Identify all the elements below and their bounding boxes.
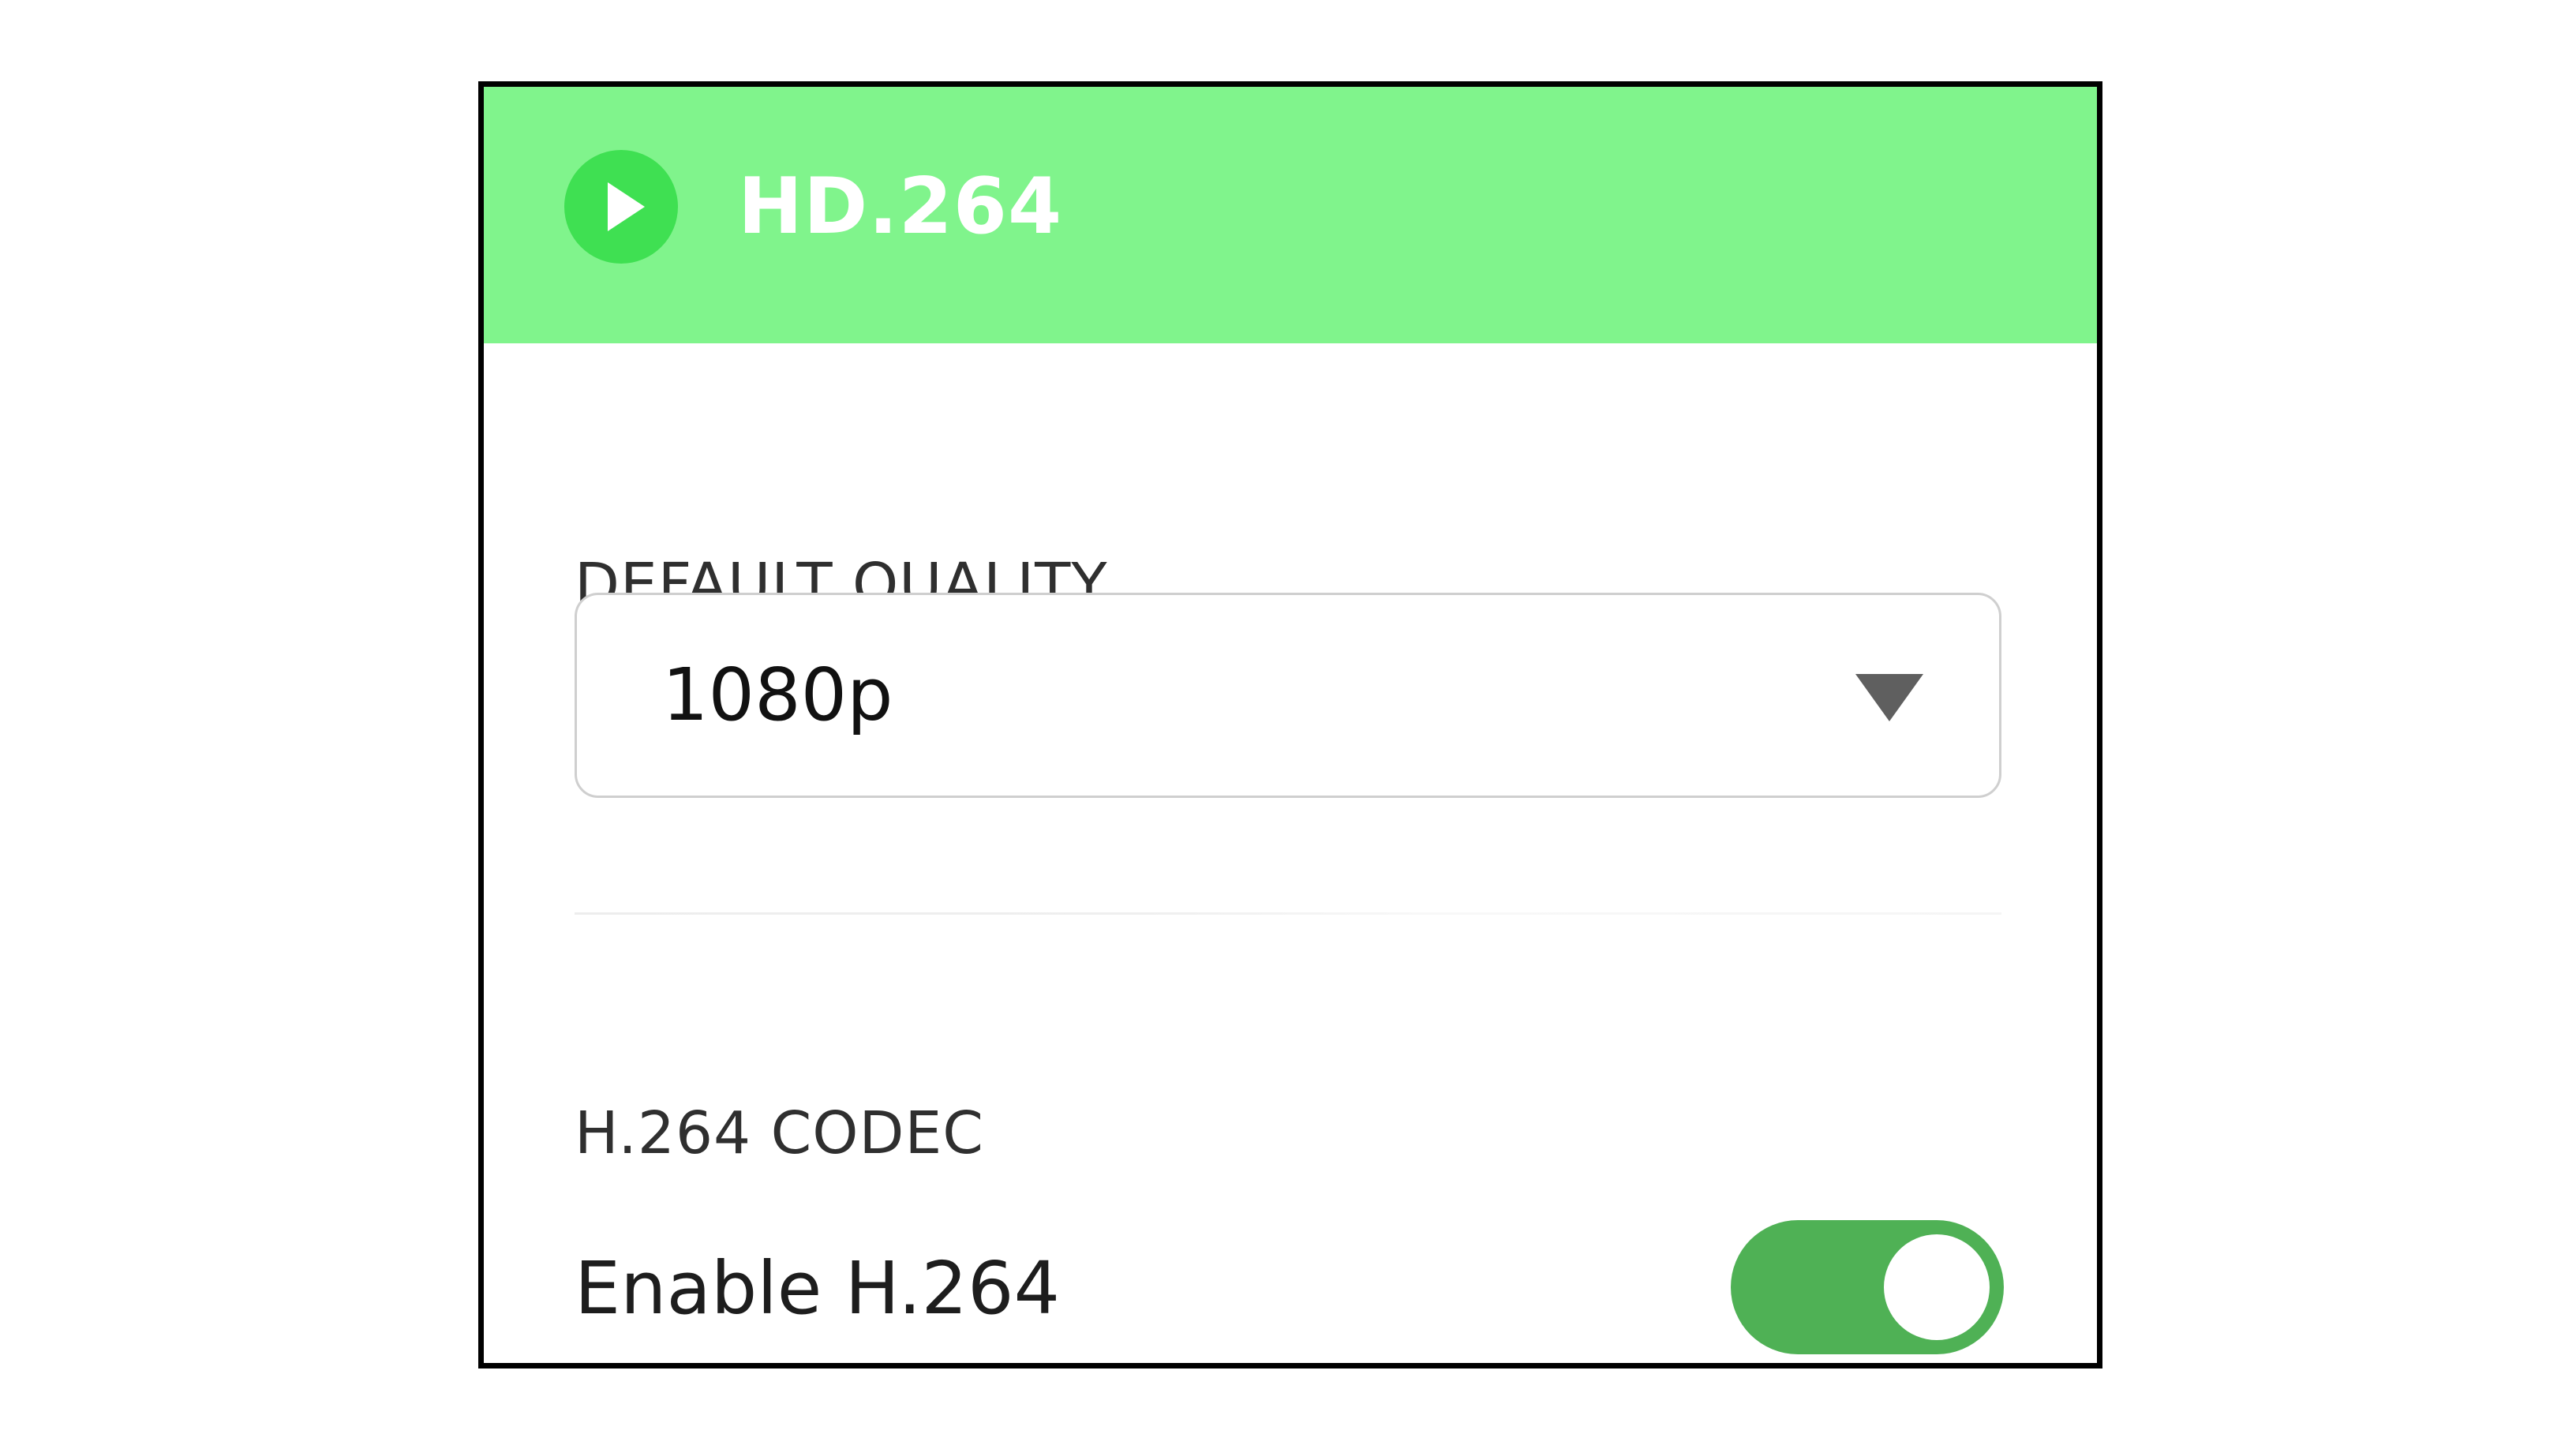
codec-section-label: H.264 CODEC — [575, 1099, 984, 1167]
quality-select-value: 1080p — [662, 653, 893, 737]
enable-h264-label: Enable H.264 — [575, 1246, 1061, 1331]
toggle-knob — [1884, 1234, 1990, 1340]
enable-h264-toggle[interactable] — [1731, 1220, 2004, 1354]
play-icon — [608, 182, 645, 231]
play-button[interactable] — [564, 150, 678, 264]
quality-select[interactable]: 1080p — [575, 593, 2001, 798]
triangle-down-icon — [1855, 674, 1923, 721]
section-divider — [575, 912, 2001, 915]
app-title: HD.264 — [738, 162, 1063, 252]
settings-panel: HD.264 DEFAULT QUALITY 1080p H.264 CODEC… — [478, 81, 2102, 1368]
app-header: HD.264 — [484, 87, 2097, 343]
